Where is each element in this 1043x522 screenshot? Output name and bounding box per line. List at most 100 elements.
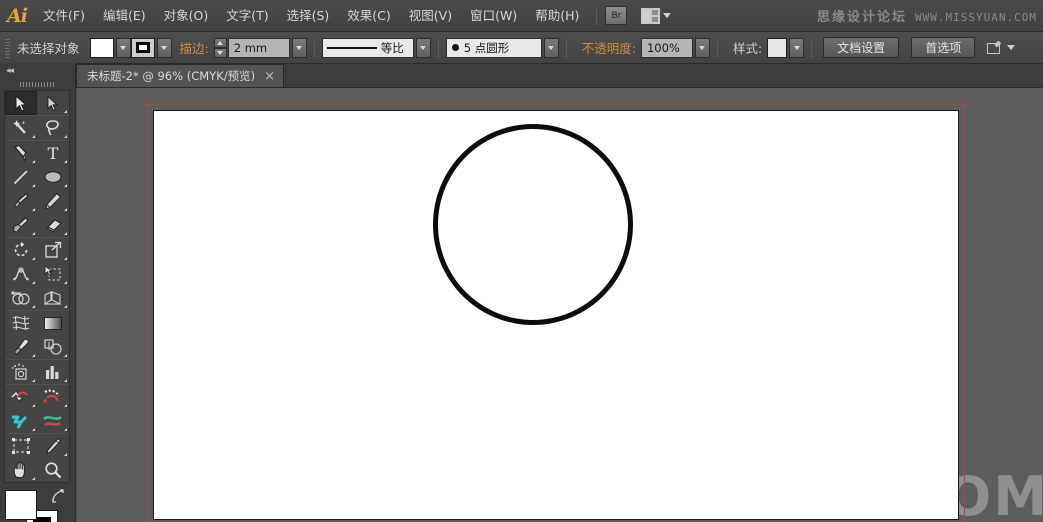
perspective-grid-tool[interactable]: [37, 286, 69, 310]
tool-flyout-indicator[interactable]: [64, 404, 67, 407]
tool-flyout-indicator[interactable]: [64, 110, 67, 113]
zigzag-effect-tool[interactable]: [5, 409, 37, 433]
direct-selection-tool[interactable]: [37, 91, 69, 115]
pen-tool[interactable]: [5, 141, 37, 165]
canvas-area[interactable]: .COM: [77, 88, 1043, 522]
document-tab[interactable]: 未标题-2* @ 96% (CMYK/预览) ×: [76, 64, 285, 87]
swap-fill-stroke-icon[interactable]: [50, 488, 66, 504]
document-setup-button[interactable]: 文档设置: [823, 37, 900, 58]
tool-flyout-indicator[interactable]: [64, 354, 67, 357]
bridge-button[interactable]: Br: [605, 6, 628, 25]
stepper-up-icon[interactable]: [213, 37, 227, 48]
gradient-tool[interactable]: [37, 311, 69, 335]
stroke-profile-dropdown[interactable]: [415, 37, 431, 58]
tool-flyout-indicator[interactable]: [64, 184, 67, 187]
stroke-color-dropdown[interactable]: [156, 37, 172, 58]
zoom-tool[interactable]: [37, 458, 69, 482]
eyedropper-tool[interactable]: [5, 335, 37, 359]
tool-flyout-indicator[interactable]: [64, 305, 67, 308]
tool-flyout-indicator[interactable]: [64, 160, 67, 163]
shape-builder-tool[interactable]: [5, 286, 37, 310]
hand-tool[interactable]: [5, 458, 37, 482]
brush-definition-select[interactable]: 5 点圆形: [445, 37, 542, 58]
tool-flyout-indicator[interactable]: [64, 428, 67, 431]
artboard[interactable]: [153, 110, 959, 520]
paintbrush-tool[interactable]: [5, 189, 37, 213]
tool-flyout-indicator[interactable]: [32, 404, 35, 407]
tool-flyout-indicator[interactable]: [64, 257, 67, 260]
graphic-style-dropdown[interactable]: [789, 37, 805, 58]
tool-flyout-indicator[interactable]: [32, 232, 35, 235]
fill-color-dropdown[interactable]: [115, 37, 131, 58]
tool-flyout-indicator[interactable]: [32, 257, 35, 260]
menu-edit[interactable]: 编辑(E): [94, 0, 155, 32]
mesh-tool[interactable]: [5, 311, 37, 335]
menu-help[interactable]: 帮助(H): [526, 0, 588, 32]
lasso-tool[interactable]: [37, 116, 69, 140]
tool-flyout-indicator[interactable]: [32, 135, 35, 138]
slice-tool[interactable]: [37, 434, 69, 458]
type-tool[interactable]: T: [37, 141, 69, 165]
circle-shape[interactable]: [433, 124, 633, 325]
fill-color-indicator[interactable]: [5, 490, 37, 520]
liquify-warp-tool[interactable]: [5, 385, 37, 409]
tool-flyout-indicator[interactable]: [64, 208, 67, 211]
tool-flyout-indicator[interactable]: [32, 281, 35, 284]
menu-effect[interactable]: 效果(C): [338, 0, 399, 32]
opacity-dropdown[interactable]: [694, 37, 710, 58]
tool-flyout-indicator[interactable]: [64, 135, 67, 138]
stroke-profile-select[interactable]: 等比: [321, 37, 414, 58]
transparency-grid-button[interactable]: [987, 41, 1016, 55]
tool-flyout-indicator[interactable]: [32, 477, 35, 480]
opacity-input[interactable]: 100%: [640, 37, 693, 58]
wrinkle-tool[interactable]: [37, 409, 69, 433]
preferences-button[interactable]: 首选项: [911, 37, 976, 58]
blend-tool[interactable]: [37, 335, 69, 359]
stroke-color-swatch[interactable]: [130, 37, 155, 58]
menu-object[interactable]: 对象(O): [155, 0, 218, 32]
opacity-label[interactable]: 不透明度:: [582, 38, 636, 57]
ellipse-tool[interactable]: [37, 165, 69, 189]
tool-flyout-indicator[interactable]: [32, 354, 35, 357]
scale-tool[interactable]: [37, 238, 69, 262]
tools-panel-grip[interactable]: [0, 78, 75, 90]
tool-flyout-indicator[interactable]: [64, 232, 67, 235]
tool-flyout-indicator[interactable]: [32, 208, 35, 211]
tool-flyout-indicator[interactable]: [64, 379, 67, 382]
free-transform-tool[interactable]: [37, 262, 69, 286]
tool-flyout-indicator[interactable]: [32, 305, 35, 308]
line-segment-tool[interactable]: [5, 165, 37, 189]
brush-definition-dropdown[interactable]: [543, 37, 559, 58]
tool-flyout-indicator[interactable]: [32, 428, 35, 431]
fill-color-swatch[interactable]: [89, 37, 114, 58]
stepper-down-icon[interactable]: [213, 47, 227, 58]
control-bar-grip[interactable]: [4, 36, 11, 59]
menu-window[interactable]: 窗口(W): [461, 0, 526, 32]
tool-flyout-indicator[interactable]: [32, 184, 35, 187]
width-tool[interactable]: [5, 262, 37, 286]
menu-file[interactable]: 文件(F): [34, 0, 94, 32]
stroke-weight-input[interactable]: 2 mm: [227, 37, 290, 58]
rotate-tool[interactable]: [5, 238, 37, 262]
artboard-tool[interactable]: [5, 434, 37, 458]
tool-flyout-indicator[interactable]: [32, 379, 35, 382]
symbol-sprayer-tool[interactable]: [5, 360, 37, 384]
graphic-style-swatch[interactable]: [767, 37, 788, 58]
pucker-bloat-tool[interactable]: [37, 385, 69, 409]
pencil-tool[interactable]: [37, 189, 69, 213]
column-graph-tool[interactable]: [37, 360, 69, 384]
stroke-weight-dropdown[interactable]: [291, 37, 307, 58]
stroke-weight-label[interactable]: 描边:: [180, 38, 209, 57]
tools-panel-collapse-button[interactable]: ◂◂: [0, 64, 75, 78]
menu-view[interactable]: 视图(V): [400, 0, 461, 32]
menu-type[interactable]: 文字(T): [217, 0, 277, 32]
close-icon[interactable]: ×: [264, 70, 275, 83]
blob-brush-tool[interactable]: [5, 213, 37, 237]
eraser-tool[interactable]: [37, 213, 69, 237]
arrange-documents-button[interactable]: [641, 7, 672, 24]
menu-select[interactable]: 选择(S): [278, 0, 339, 32]
tool-flyout-indicator[interactable]: [64, 281, 67, 284]
tool-flyout-indicator[interactable]: [32, 160, 35, 163]
magic-wand-tool[interactable]: [5, 116, 37, 140]
stroke-weight-stepper[interactable]: [213, 37, 227, 58]
